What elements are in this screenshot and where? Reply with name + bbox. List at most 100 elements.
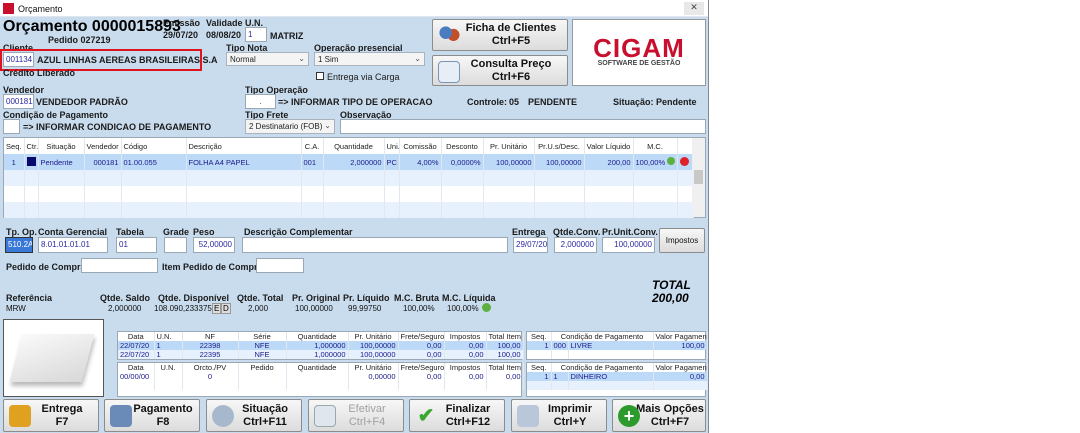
app-icon <box>3 3 14 14</box>
col-pr-us-desc[interactable]: Pr.U.s/Desc. <box>534 138 585 154</box>
conta-gerencial-input[interactable]: 8.01.01.01.01 <box>38 237 108 253</box>
peso-input[interactable]: 52,00000 <box>193 237 235 253</box>
efetivar-button[interactable]: Efetivar Ctrl+F4 <box>308 399 404 432</box>
table-row[interactable]: 1 Pendente 000181 01.00.055 FOLHA A4 PAP… <box>4 154 694 170</box>
tipo-frete-value: 2 Destinatario (FOB) <box>249 122 323 131</box>
operacao-presencial-value: 1 Sim <box>318 55 339 64</box>
total-label: TOTAL <box>652 278 691 292</box>
qtde-conv-input[interactable]: 2,000000 <box>554 237 597 253</box>
col-valor[interactable]: Valor Pagamento <box>653 363 708 372</box>
validade-value: 08/08/20 <box>206 30 242 40</box>
col-situacao[interactable]: Situação <box>38 138 85 154</box>
d-button[interactable]: D <box>221 303 231 314</box>
table-row <box>4 170 694 186</box>
col-pr-unitario[interactable]: Pr. Unitário <box>348 332 399 341</box>
entrega-input[interactable]: 29/07/20 <box>513 237 548 253</box>
tipo-frete-select[interactable]: 2 Destinatario (FOB) ⌄ <box>245 119 335 134</box>
consulta-preco-button[interactable]: Consulta Preço Ctrl+F6 <box>432 55 568 86</box>
table-row[interactable]: 1 000 LIVRE 100,00 <box>527 341 708 350</box>
e-button[interactable]: E <box>212 303 222 314</box>
grade-input[interactable] <box>164 237 187 253</box>
col-impostos[interactable]: Impostos <box>444 363 487 372</box>
entrega-button[interactable]: Entrega F7 <box>3 399 99 432</box>
pagamento-button[interactable]: Pagamento F8 <box>104 399 200 432</box>
tipo-operacao-input[interactable]: . <box>245 94 276 109</box>
col-seq[interactable]: Seq. <box>4 138 25 154</box>
col-pedido[interactable]: Pedido <box>238 363 287 372</box>
impostos-button[interactable]: Impostos <box>659 228 705 253</box>
col-seq[interactable]: Seq. <box>527 363 552 372</box>
un-input[interactable]: 1 <box>245 27 267 42</box>
operacao-presencial-select[interactable]: 1 Sim ⌄ <box>314 52 425 66</box>
col-data[interactable]: Data <box>118 363 155 372</box>
nf-grid: Data U.N. NF Série Quantidade Pr. Unitário Fre… <box>117 331 524 360</box>
col-seq[interactable]: Seq. <box>527 332 552 341</box>
cell: 0,00 <box>444 372 487 381</box>
col-serie[interactable]: Série <box>238 332 287 341</box>
col-nf[interactable]: NF <box>182 332 239 341</box>
observacao-input[interactable] <box>340 119 706 134</box>
imprimir-button[interactable]: Imprimir Ctrl+Y <box>511 399 607 432</box>
emissao-value: 29/07/20 <box>163 30 199 40</box>
table-row[interactable]: 22/07/20 1 22398 NFE 1,000000 100,00000 0,00 0,… <box>118 341 524 350</box>
tabela-input[interactable]: 01 <box>116 237 157 253</box>
items-grid: Seq. Ctr. Situação Vendedor Código Descrição C… <box>3 137 706 218</box>
col-mc[interactable]: M.C. <box>633 138 678 154</box>
table-row[interactable]: 22/07/20 1 22395 NFE 1,000000 100,00000 0,00 0,… <box>118 350 524 359</box>
delete-item-icon[interactable] <box>677 154 694 170</box>
col-frete[interactable]: Frete/Seguro <box>398 363 445 372</box>
mc-value: 100,00% <box>635 158 666 167</box>
col-condicao[interactable]: Condição de Pagamento <box>551 332 654 341</box>
col-quantidade[interactable]: Quantidade <box>323 138 385 154</box>
add-icon[interactable] <box>482 303 491 312</box>
col-codigo[interactable]: Código <box>121 138 187 154</box>
col-uni[interactable]: Uni. <box>384 138 400 154</box>
col-quantidade[interactable]: Quantidade <box>286 332 349 341</box>
col-pr-unitario[interactable]: Pr. Unitário <box>483 138 535 154</box>
close-icon[interactable]: ✕ <box>684 2 704 15</box>
table-row[interactable]: 1 1 DINHEIRO 0,00 <box>527 372 708 381</box>
descricao-complementar-input[interactable] <box>242 237 508 253</box>
col-un[interactable]: U.N. <box>154 332 183 341</box>
cell: 0,00 <box>398 350 445 359</box>
pr-liquido-label: Pr. Líquido <box>343 293 390 303</box>
pr-unit-conv-input[interactable]: 100,00000 <box>602 237 655 253</box>
table-row[interactable]: 00/00/00 0 0,00000 0,00 0,00 0,00 <box>118 372 524 381</box>
finalizar-button[interactable]: ✔ Finalizar Ctrl+F12 <box>409 399 505 432</box>
qtde-saldo-label: Qtde. Saldo <box>100 293 151 303</box>
tp-op-input[interactable]: 510.2A <box>5 237 33 253</box>
col-valor[interactable]: Valor Pagamento <box>653 332 708 341</box>
col-comissao[interactable]: Comissão <box>399 138 442 154</box>
item-pedido-compra-input[interactable] <box>256 258 304 273</box>
col-pr-unitario[interactable]: Pr. Unitário <box>348 363 399 372</box>
orcamento-grid: Data U.N. Orcto./PV Pedido Quantidade Pr. Uni… <box>117 362 524 397</box>
col-frete[interactable]: Frete/Seguro <box>398 332 445 341</box>
col-total-item[interactable]: Total Item <box>486 332 524 341</box>
vendedor-code-input[interactable]: 000181 <box>3 94 34 109</box>
col-orcto[interactable]: Orcto./PV <box>182 363 239 372</box>
col-condicao[interactable]: Condição de Pagamento <box>551 363 654 372</box>
situacao-button[interactable]: Situação Ctrl+F11 <box>206 399 302 432</box>
col-valor-liquido[interactable]: Valor Líquido <box>584 138 634 154</box>
ficha-clientes-button[interactable]: Ficha de Clientes Ctrl+F5 <box>432 19 568 51</box>
cond-pagamento-input[interactable] <box>3 119 20 134</box>
col-desconto[interactable]: Desconto <box>441 138 484 154</box>
col-descricao[interactable]: Descrição <box>186 138 302 154</box>
cell: 1,000000 <box>286 341 349 350</box>
col-un[interactable]: U.N. <box>154 363 183 372</box>
tipo-nota-select[interactable]: Normal ⌄ <box>226 52 309 66</box>
col-ca[interactable]: C.A. <box>301 138 324 154</box>
col-data[interactable]: Data <box>118 332 155 341</box>
col-ctr[interactable]: Ctr. <box>24 138 39 154</box>
vertical-scrollbar[interactable] <box>692 138 705 217</box>
col-impostos[interactable]: Impostos <box>444 332 487 341</box>
add-item-icon[interactable] <box>667 157 676 165</box>
cliente-code-input[interactable]: 001134 <box>3 52 34 67</box>
col-vendedor[interactable]: Vendedor <box>84 138 122 154</box>
mais-opcoes-button[interactable]: + Mais Opções Ctrl+F7 <box>612 399 706 432</box>
col-quantidade[interactable]: Quantidade <box>286 363 349 372</box>
pedido-compra-input[interactable] <box>81 258 158 273</box>
entrega-carga-checkbox[interactable] <box>316 72 324 80</box>
col-total-item[interactable]: Total Item <box>486 363 524 372</box>
cell-situacao: Pendente <box>38 154 85 170</box>
